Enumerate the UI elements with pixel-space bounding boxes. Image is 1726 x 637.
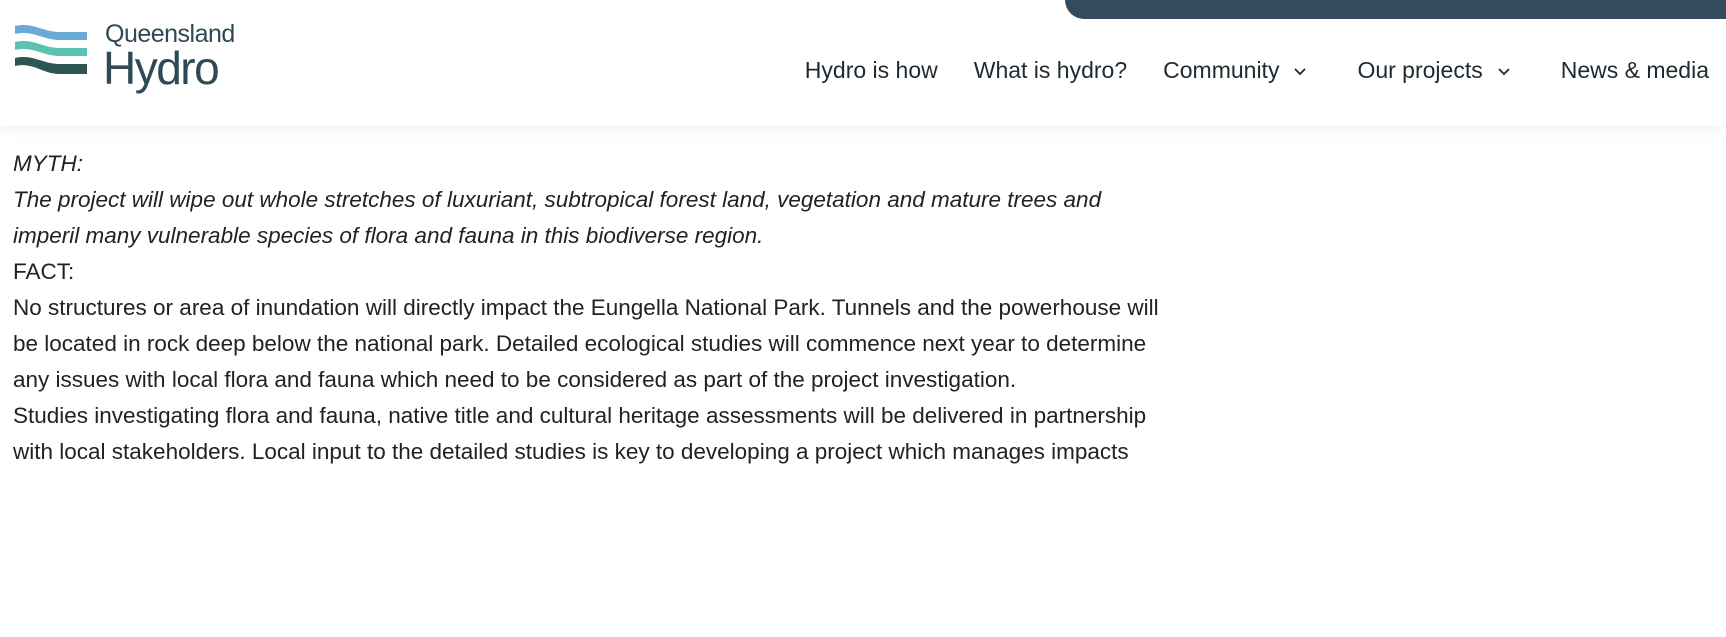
nav-item-community[interactable]: Community [1163, 57, 1307, 84]
nav-item-news-media[interactable]: News & media [1561, 57, 1709, 84]
fact-paragraph: Studies investigating flora and fauna, n… [13, 403, 1147, 464]
header-accent-band [1065, 0, 1726, 19]
site-header: Queensland Hydro Hydro is how What is hy… [0, 0, 1726, 126]
nav-item-label: News & media [1560, 57, 1709, 83]
nav-item-our-projects[interactable]: Our projects [1357, 57, 1510, 84]
chevron-down-icon[interactable] [1293, 64, 1307, 78]
myth-label: MYTH: [13, 151, 83, 176]
article-content: MYTH: The project will wipe out whole st… [13, 146, 1163, 470]
nav-item-label: Community [1163, 57, 1280, 83]
queensland-hydro-logo[interactable]: Queensland Hydro [13, 20, 243, 94]
nav-item-label: What is hydro? [973, 57, 1128, 83]
nav-item-what-is-hydro[interactable]: What is hydro? [974, 57, 1127, 84]
fact-label: FACT: [13, 259, 75, 284]
nav-item-label: Hydro is how [804, 57, 938, 83]
logo-text-hydro: Hydro [103, 42, 220, 94]
fact-paragraph: No structures or area of inundation will… [13, 295, 1159, 392]
main-nav: Hydro is how What is hydro? Community Ou… [805, 57, 1709, 84]
myth-text: The project will wipe out whole stretche… [13, 187, 1102, 248]
nav-item-label: Our projects [1357, 57, 1483, 83]
logo-wave-icon [15, 25, 87, 74]
nav-item-hydro-is-how[interactable]: Hydro is how [805, 57, 938, 84]
chevron-down-icon[interactable] [1497, 64, 1511, 78]
